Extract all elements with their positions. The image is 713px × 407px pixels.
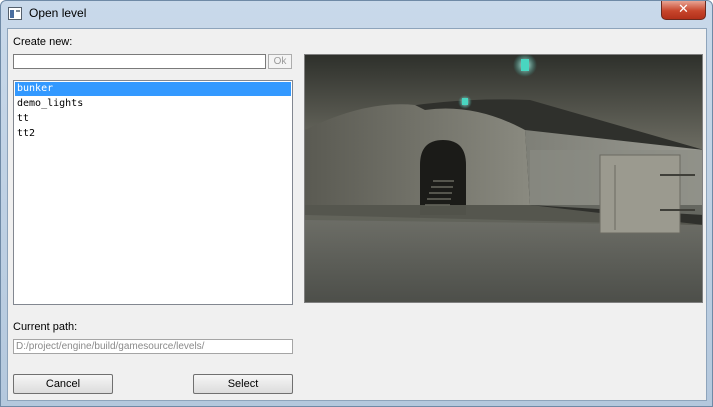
list-item[interactable]: bunker bbox=[15, 82, 291, 96]
close-icon: ✕ bbox=[678, 2, 689, 17]
level-list[interactable]: bunker demo_lights tt tt2 bbox=[13, 80, 293, 305]
new-level-name-input[interactable] bbox=[13, 54, 266, 69]
select-button[interactable]: Select bbox=[193, 374, 293, 394]
title-bar[interactable]: Open level ✕ bbox=[1, 1, 712, 27]
close-button[interactable]: ✕ bbox=[661, 1, 706, 20]
current-path-label: Current path: bbox=[13, 321, 78, 333]
level-preview-image bbox=[304, 54, 703, 303]
window-app-icon bbox=[8, 7, 22, 20]
list-item[interactable]: demo_lights bbox=[15, 97, 291, 111]
create-new-label: Create new: bbox=[13, 36, 73, 48]
list-item[interactable]: tt bbox=[15, 112, 291, 126]
dialog-body: Create new: Ok bunkerdemo_lightstttt2 bbox=[7, 28, 707, 401]
list-item[interactable]: tt2 bbox=[15, 127, 291, 141]
window-title: Open level bbox=[29, 6, 87, 20]
current-path-field: D:/project/engine/build/gamesource/level… bbox=[13, 339, 293, 354]
ok-button[interactable]: Ok bbox=[268, 54, 292, 69]
cancel-button[interactable]: Cancel bbox=[13, 374, 113, 394]
open-level-dialog: Open level ✕ Create new: Ok bunker demo_l… bbox=[0, 0, 713, 407]
